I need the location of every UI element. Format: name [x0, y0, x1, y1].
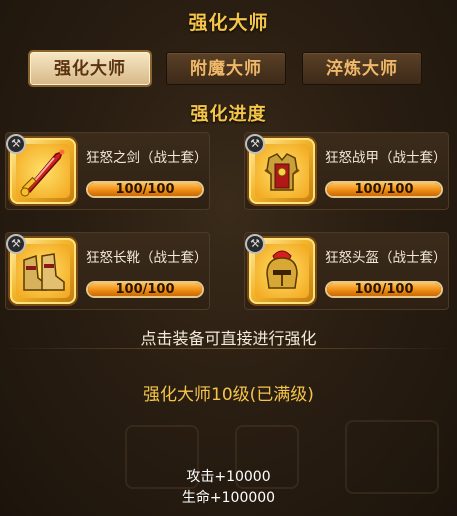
progress-bar: 100/100 — [325, 281, 443, 298]
stat-attack: 攻击+10000 — [186, 469, 271, 485]
tab-bar: 强化大师 附魔大师 淬炼大师 — [0, 52, 457, 86]
equipment-slot-armor[interactable]: ⚒ — [245, 134, 315, 204]
slot-background — [16, 144, 70, 198]
hint-text: 点击装备可直接进行强化 — [140, 329, 317, 348]
equipment-name: 狂怒长靴（战士套） — [86, 250, 208, 266]
stat-hp: 生命+100000 — [181, 490, 276, 506]
progress-bar: 100/100 — [86, 281, 204, 298]
equipment-name: 狂怒之剑（战士套） — [86, 150, 208, 166]
slot-background — [255, 244, 309, 298]
sword-icon — [20, 149, 65, 197]
divider — [0, 348, 457, 349]
equipment-slot-sword[interactable]: ⚒ — [6, 134, 76, 204]
master-level: 强化大师10级(已满级) — [143, 385, 314, 405]
progress-title: 强化进度 — [190, 104, 267, 125]
helmet-icon — [266, 250, 298, 289]
slot-background — [255, 144, 309, 198]
progress-bar: 100/100 — [86, 181, 204, 198]
hammer-icon: ⚒ — [245, 234, 265, 254]
equipment-card-helmet[interactable]: ⚒ 狂怒头盔（战士套） 100/100 — [244, 232, 449, 310]
armor-icon — [264, 153, 300, 191]
equipment-slot-boots[interactable]: ⚒ — [6, 234, 76, 304]
equipment-name: 狂怒头盔（战士套） — [325, 250, 447, 266]
hammer-icon: ⚒ — [245, 134, 265, 154]
page-title: 强化大师 — [188, 12, 269, 34]
progress-text: 100/100 — [115, 282, 175, 297]
tab-refine-master[interactable]: 淬炼大师 — [302, 52, 422, 85]
progress-text: 100/100 — [354, 282, 414, 297]
equipment-card-armor[interactable]: ⚒ 狂怒战甲（战士套） 100/100 — [244, 132, 449, 210]
equipment-slot-helmet[interactable]: ⚒ — [245, 234, 315, 304]
progress-text: 100/100 — [354, 182, 414, 197]
hammer-icon: ⚒ — [6, 134, 26, 154]
progress-bar: 100/100 — [325, 181, 443, 198]
progress-text: 100/100 — [115, 182, 175, 197]
tab-enchant-master[interactable]: 附魔大师 — [166, 52, 286, 85]
equipment-name: 狂怒战甲（战士套） — [325, 150, 447, 166]
hammer-icon: ⚒ — [6, 234, 26, 254]
boots-icon — [23, 253, 65, 291]
equipment-card-boots[interactable]: ⚒ 狂怒长靴（战士套） 100/100 — [5, 232, 210, 310]
tab-strengthen-master[interactable]: 强化大师 — [30, 52, 150, 85]
slot-background — [16, 244, 70, 298]
equipment-card-sword[interactable]: ⚒ 狂怒之剑（战士套） 100/100 — [5, 132, 210, 210]
